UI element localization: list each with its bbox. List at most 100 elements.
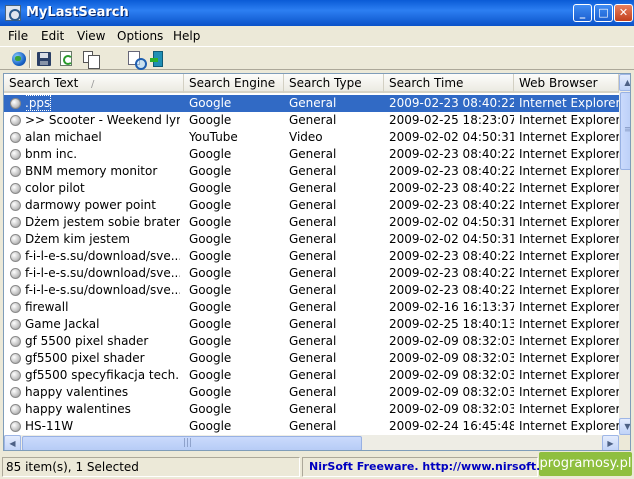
row-cell-engine: Google xyxy=(189,146,284,163)
table-row[interactable]: BNM memory monitor Google General 2009-02-2… xyxy=(4,163,619,180)
cell-text: >> Scooter - Weekend lyr... xyxy=(25,113,180,127)
cell-text: 2009-02-09 08:32:03 xyxy=(389,402,514,416)
refresh-icon xyxy=(60,51,73,66)
cell-text: General xyxy=(289,266,337,280)
vertical-scrollbar[interactable]: ▲ ≡ ▼ xyxy=(619,74,630,435)
menu-help[interactable]: Help xyxy=(173,29,200,43)
table-row[interactable]: f-i-l-e-s.su/download/sve... Google Genera… xyxy=(4,282,619,299)
scroll-down-button[interactable]: ▼ xyxy=(619,418,630,435)
table-row[interactable]: color pilot Google General 2009-02-23 08:40… xyxy=(4,180,619,197)
table-row[interactable]: Dżem kim jestem Google General 2009-02-02 0… xyxy=(4,231,619,248)
nirsoft-link[interactable]: NirSoft Freeware. http://www.nirsoft.net xyxy=(309,460,561,473)
cell-text: Google xyxy=(189,232,232,246)
cell-text: General xyxy=(289,317,337,331)
row-cell-browser: Internet Explorer xyxy=(519,299,619,316)
cell-text: General xyxy=(289,164,337,178)
table-row[interactable]: gf5500 pixel shader Google General 2009-02-… xyxy=(4,350,619,367)
horizontal-scroll-thumb[interactable]: ||| xyxy=(22,436,362,450)
table-row[interactable]: happy valentines Google General 2009-02-09 … xyxy=(4,384,619,401)
app-icon[interactable] xyxy=(5,5,21,21)
scroll-left-button[interactable]: ◀ xyxy=(4,435,21,450)
row-cell-time: 2009-02-09 08:32:03 xyxy=(389,333,514,350)
row-bullet-icon xyxy=(10,98,21,109)
row-cell-time: 2009-02-23 08:40:22 xyxy=(389,146,514,163)
table-row[interactable]: bnm inc. Google General 2009-02-23 08:40:22… xyxy=(4,146,619,163)
column-header-web-browser[interactable]: Web Browser xyxy=(514,74,619,93)
table-row[interactable]: darmowy power point Google General 2009-02-… xyxy=(4,197,619,214)
status-panel-count: 85 item(s), 1 Selected xyxy=(2,457,300,477)
save-button[interactable] xyxy=(34,49,54,69)
cell-text: 2009-02-09 08:32:03 xyxy=(389,368,514,382)
menu-file[interactable]: File xyxy=(8,29,28,43)
row-cell-time: 2009-02-23 08:40:22 xyxy=(389,163,514,180)
cell-text: Google xyxy=(189,164,232,178)
row-cell-browser: Internet Explorer xyxy=(519,282,619,299)
row-cell-text: f-i-l-e-s.su/download/sve... xyxy=(25,248,180,265)
cell-text: Google xyxy=(189,351,232,365)
menu-edit[interactable]: Edit xyxy=(41,29,64,43)
row-cell-text: Dżem jestem sobie bratem xyxy=(25,214,180,231)
exit-button[interactable] xyxy=(148,49,168,69)
copy-button[interactable] xyxy=(80,49,100,69)
row-cell-time: 2009-02-24 16:45:48 xyxy=(389,418,514,435)
row-cell-type: Video xyxy=(289,129,384,146)
table-row[interactable]: HS-11W Google General 2009-02-24 16:45:48 In… xyxy=(4,418,619,435)
row-cell-browser: Internet Explorer xyxy=(519,265,619,282)
row-cell-engine: Google xyxy=(189,299,284,316)
search-list[interactable]: Search Text / Search Engine Search Type … xyxy=(3,73,631,451)
column-header-search-engine[interactable]: Search Engine xyxy=(184,74,284,93)
cell-text: General xyxy=(289,402,337,416)
row-cell-type: General xyxy=(289,282,384,299)
scroll-right-button[interactable]: ▶ xyxy=(602,435,619,450)
table-row[interactable]: gf 5500 pixel shader Google General 2009-02… xyxy=(4,333,619,350)
row-cell-text: alan michael xyxy=(25,129,180,146)
table-row[interactable]: f-i-l-e-s.su/download/sve... Google Genera… xyxy=(4,248,619,265)
menu-options[interactable]: Options xyxy=(117,29,163,43)
row-cell-text: firewall xyxy=(25,299,180,316)
table-row[interactable]: Dżem jestem sobie bratem Google General 200… xyxy=(4,214,619,231)
cell-text: 2009-02-23 08:40:22 xyxy=(389,266,514,280)
cell-text: gf5500 specyfikacja tech... xyxy=(25,368,180,382)
column-header-search-type[interactable]: Search Type xyxy=(284,74,384,93)
column-header-search-time[interactable]: Search Time xyxy=(384,74,514,93)
table-row[interactable]: alan michael YouTube Video 2009-02-02 04:50… xyxy=(4,129,619,146)
vertical-scroll-thumb[interactable]: ≡ xyxy=(620,92,630,170)
minimize-button[interactable]: _ xyxy=(573,4,592,22)
row-bullet-icon xyxy=(10,115,21,126)
menu-view[interactable]: View xyxy=(77,29,105,43)
status-panel-credit[interactable]: NirSoft Freeware. http://www.nirsoft.net xyxy=(302,457,561,477)
table-row[interactable]: gf5500 specyfikacja tech... Google General… xyxy=(4,367,619,384)
list-rows: .pps Google General 2009-02-23 08:40:22 Inte… xyxy=(4,95,619,435)
close-button[interactable]: ✕ xyxy=(614,4,633,22)
table-row[interactable]: firewall Google General 2009-02-16 16:13:37… xyxy=(4,299,619,316)
open-browser-button[interactable] xyxy=(9,49,29,69)
find-button[interactable] xyxy=(126,49,147,70)
cell-text: .pps xyxy=(25,95,52,111)
scroll-up-button[interactable]: ▲ xyxy=(619,74,630,91)
cell-text: BNM memory monitor xyxy=(25,164,158,178)
row-bullet-icon xyxy=(10,285,21,296)
cell-text: General xyxy=(289,334,337,348)
item-count-text: 85 item(s), 1 Selected xyxy=(6,460,139,474)
refresh-button[interactable] xyxy=(56,49,76,69)
horizontal-scrollbar[interactable]: ◀ ||| ▶ xyxy=(4,435,619,450)
column-header-search-text[interactable]: Search Text / xyxy=(4,74,184,93)
table-row[interactable]: f-i-l-e-s.su/download/sve... Google Genera… xyxy=(4,265,619,282)
table-row[interactable]: Game Jackal Google General 2009-02-25 18:40… xyxy=(4,316,619,333)
row-cell-type: General xyxy=(289,163,384,180)
title-bar[interactable]: MyLastSearch _ □ ✕ xyxy=(0,0,634,26)
table-row[interactable]: >> Scooter - Weekend lyr... Google General… xyxy=(4,112,619,129)
maximize-button[interactable]: □ xyxy=(594,4,613,22)
table-row[interactable]: happy walentines Google General 2009-02-09 … xyxy=(4,401,619,418)
cell-text: Google xyxy=(189,215,232,229)
cell-text: firewall xyxy=(25,300,69,314)
row-bullet-icon xyxy=(10,370,21,381)
row-cell-engine: Google xyxy=(189,95,284,112)
row-cell-time: 2009-02-23 08:40:22 xyxy=(389,95,514,112)
table-row[interactable]: .pps Google General 2009-02-23 08:40:22 Inte… xyxy=(4,95,619,112)
row-cell-engine: Google xyxy=(189,384,284,401)
cell-text: Game Jackal xyxy=(25,317,100,331)
cell-text: General xyxy=(289,419,337,433)
row-bullet-icon xyxy=(10,200,21,211)
cell-text: Internet Explorer xyxy=(519,198,619,212)
